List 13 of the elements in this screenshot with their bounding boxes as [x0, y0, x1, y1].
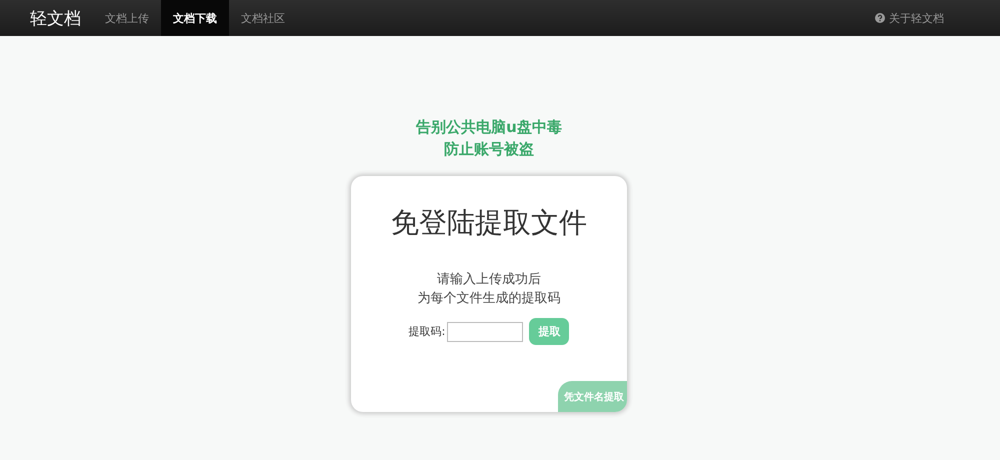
slogan-text: 防止账号被盗: [443, 139, 535, 160]
about-link[interactable]: 关于轻文档: [875, 0, 944, 36]
nav-tab[interactable]: 文档上传: [93, 0, 161, 36]
description-text: 请输入上传成功后: [436, 271, 542, 289]
description-text: 为每个文件生成的提取码: [418, 290, 560, 308]
help-icon: [875, 13, 885, 23]
nav-tab[interactable]: 文档下载: [161, 0, 229, 36]
code-input[interactable]: [447, 322, 524, 342]
card-title: 免登陆提取文件: [391, 205, 587, 241]
nav-tab[interactable]: 文档社区: [229, 0, 297, 36]
slogan-text: 告别公共电脑u盘中毒: [416, 117, 562, 138]
brand-logo[interactable]: 轻文档: [30, 0, 81, 36]
code-label: 提取码:: [408, 324, 446, 339]
